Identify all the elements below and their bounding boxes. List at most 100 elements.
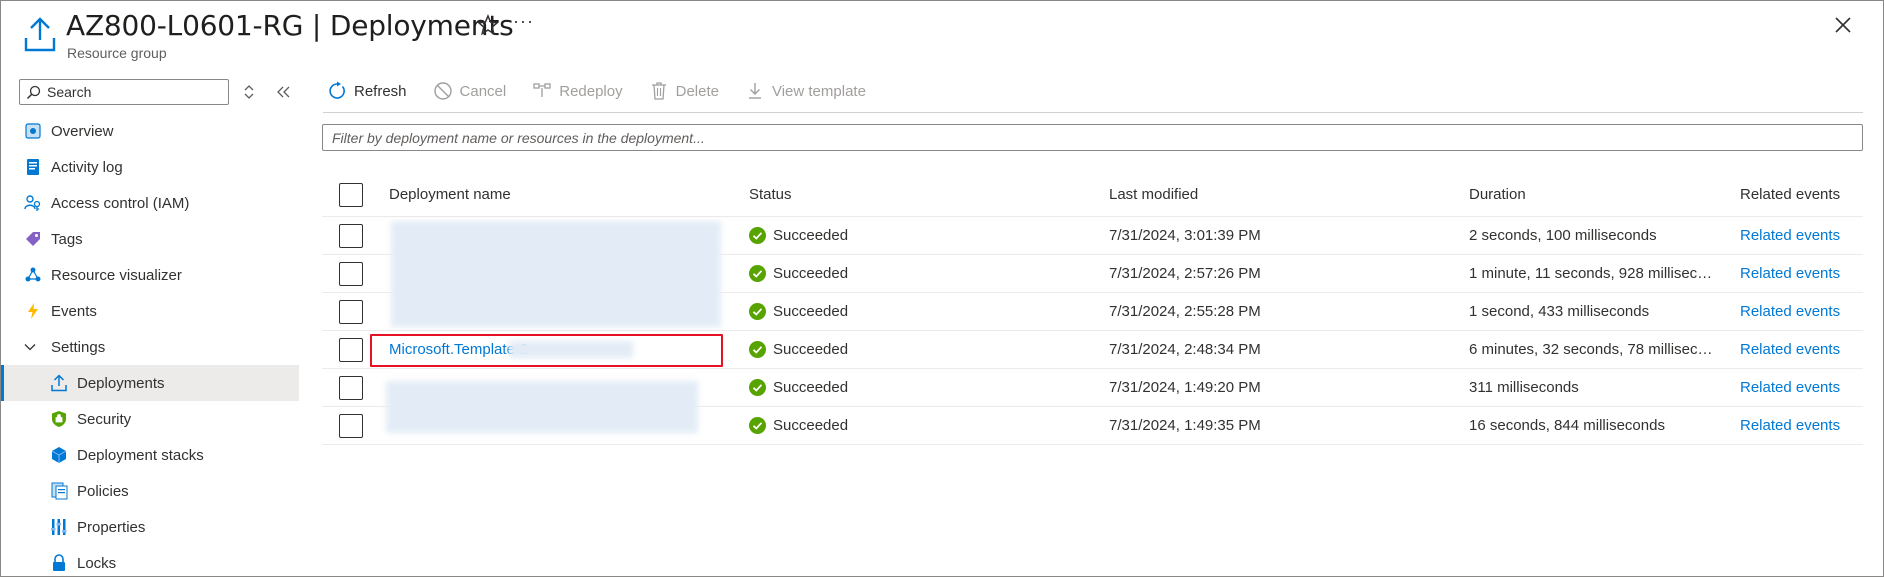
deployment-icon	[49, 373, 69, 393]
related-events-link[interactable]: Related events	[1740, 417, 1840, 434]
column-header-related-events[interactable]: Related events	[1740, 173, 1860, 216]
sidebar-search-input[interactable]: Search	[19, 79, 229, 105]
related-events-cell: Related events	[1740, 407, 1860, 444]
duration-cell: 6 minutes, 32 seconds, 78 milliseconds	[1469, 331, 1719, 368]
related-events-link[interactable]: Related events	[1740, 227, 1840, 244]
status-text: Succeeded	[773, 379, 849, 396]
sidebar-item-policies[interactable]: Policies	[1, 473, 299, 509]
row-checkbox-cell	[338, 369, 364, 406]
last-modified-cell: 7/31/2024, 2:48:34 PM	[1109, 341, 1261, 358]
related-events-link[interactable]: Related events	[1740, 303, 1840, 320]
sidebar-item-events[interactable]: Events	[1, 293, 299, 329]
filter-input[interactable]: Filter by deployment name or resources i…	[322, 124, 1863, 151]
page-title: AZ800-L0601-RG | Deployments	[66, 9, 514, 42]
row-checkbox[interactable]	[339, 223, 363, 248]
sidebar-item-resource-visualizer[interactable]: Resource visualizer	[1, 257, 299, 293]
related-events-cell: Related events	[1740, 293, 1860, 330]
collapse-sidebar-icon[interactable]	[275, 83, 291, 101]
more-options-icon[interactable]: ···	[513, 11, 534, 32]
success-check-icon	[749, 417, 766, 434]
row-checkbox-cell	[338, 217, 364, 254]
activity-log-icon	[23, 157, 43, 177]
related-events-link[interactable]: Related events	[1740, 379, 1840, 396]
policy-icon	[49, 481, 69, 501]
sidebar-item-tags[interactable]: Tags	[1, 221, 299, 257]
cancel-label: Cancel	[459, 82, 507, 100]
duration-text: 311 milliseconds	[1469, 379, 1579, 396]
sidebar-item-label: Deployment stacks	[77, 446, 204, 464]
iam-icon	[23, 193, 43, 213]
column-header-last-modified[interactable]: Last modified	[1109, 173, 1449, 216]
sidebar-item-properties[interactable]: Properties	[1, 509, 299, 545]
row-checkbox[interactable]	[339, 375, 363, 400]
sidebar-item-deployments[interactable]: Deployments	[1, 365, 299, 401]
sidebar-item-locks[interactable]: Locks	[1, 545, 299, 576]
row-checkbox[interactable]	[339, 261, 363, 286]
filter-placeholder: Filter by deployment name or resources i…	[332, 129, 705, 146]
redeploy-button[interactable]: Redeploy	[532, 81, 623, 101]
sidebar-item-security[interactable]: Security	[1, 401, 299, 437]
redeploy-icon	[533, 83, 551, 97]
lock-icon	[49, 553, 69, 573]
related-events-link[interactable]: Related events	[1740, 265, 1840, 282]
success-check-icon	[749, 227, 766, 244]
column-header-status[interactable]: Status	[749, 173, 1049, 216]
sidebar-item-label: Resource visualizer	[51, 266, 182, 284]
related-events-cell: Related events	[1740, 217, 1860, 254]
deployment-icon	[24, 17, 56, 52]
last-modified-cell: 7/31/2024, 3:01:39 PM	[1109, 227, 1261, 244]
status-text: Succeeded	[773, 303, 849, 320]
duration-cell: 16 seconds, 844 milliseconds	[1469, 407, 1719, 444]
duration-cell: 1 second, 433 milliseconds	[1469, 293, 1719, 330]
refresh-button[interactable]: Refresh	[327, 81, 407, 101]
status-text: Succeeded	[773, 341, 849, 358]
row-checkbox[interactable]	[339, 337, 363, 362]
status-text: Succeeded	[773, 417, 849, 434]
related-events-cell: Related events	[1740, 331, 1860, 368]
sidebar-item-label: Deployments	[77, 374, 165, 392]
related-events-cell: Related events	[1740, 369, 1860, 406]
sidebar-item-label: Properties	[77, 518, 146, 536]
overview-icon	[23, 121, 43, 141]
redeploy-label: Redeploy	[559, 82, 623, 100]
expand-collapse-icon[interactable]	[243, 83, 255, 101]
row-checkbox[interactable]	[339, 413, 363, 438]
column-header-duration[interactable]: Duration	[1469, 173, 1719, 216]
success-check-icon	[749, 341, 766, 358]
cancel-button[interactable]: Cancel	[433, 81, 507, 101]
status-cell: Succeeded	[749, 331, 1049, 368]
redacted-name-blur	[391, 221, 721, 327]
shield-icon	[49, 409, 69, 429]
status-text: Succeeded	[773, 265, 849, 282]
duration-text: 6 minutes, 32 seconds, 78 milliseconds	[1469, 341, 1719, 358]
duration-cell: 2 seconds, 100 milliseconds	[1469, 217, 1719, 254]
sidebar-item-deployment-stacks[interactable]: Deployment stacks	[1, 437, 299, 473]
sidebar-item-label: Overview	[51, 122, 114, 140]
sidebar-group-settings[interactable]: Settings	[1, 329, 299, 365]
sidebar-item-iam[interactable]: Access control (IAM)	[1, 185, 299, 221]
row-checkbox-cell	[338, 255, 364, 292]
sidebar-item-label: Activity log	[51, 158, 123, 176]
sidebar-item-label: Settings	[51, 338, 106, 356]
row-checkbox-cell	[338, 293, 364, 330]
column-header-name[interactable]: Deployment name	[389, 173, 719, 216]
row-checkbox[interactable]	[339, 299, 363, 324]
delete-icon	[651, 82, 666, 100]
success-check-icon	[749, 303, 766, 320]
last-modified-cell: 7/31/2024, 1:49:20 PM	[1109, 379, 1261, 396]
status-cell: Succeeded	[749, 407, 1049, 444]
sidebar-item-overview[interactable]: Overview	[1, 113, 299, 149]
related-events-link[interactable]: Related events	[1740, 341, 1840, 358]
row-checkbox-cell	[338, 331, 364, 368]
search-placeholder: Search	[47, 84, 92, 100]
select-all-checkbox[interactable]	[339, 182, 363, 207]
sidebar-item-activity-log[interactable]: Activity log	[1, 149, 299, 185]
tag-icon	[23, 229, 43, 249]
delete-button[interactable]: Delete	[649, 81, 719, 101]
table-header-row: Deployment name Status Last modified Dur…	[322, 173, 1863, 217]
view-template-button[interactable]: View template	[745, 81, 866, 101]
duration-cell: 1 minute, 11 seconds, 928 milliseconds	[1469, 255, 1719, 292]
success-check-icon	[749, 379, 766, 396]
close-icon[interactable]	[1833, 15, 1853, 35]
favorite-star-icon[interactable]	[477, 14, 499, 36]
